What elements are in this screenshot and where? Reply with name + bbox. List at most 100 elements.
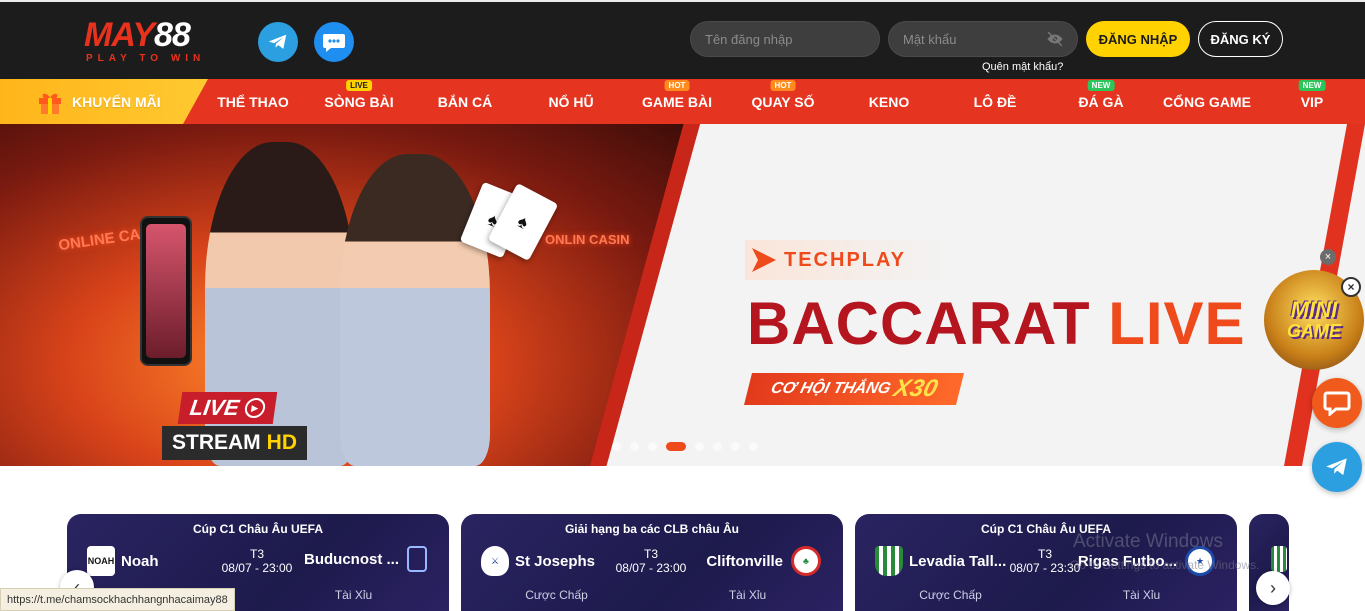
- neon-casino-sign-right: ONLIN CASIN: [545, 232, 630, 247]
- register-button[interactable]: ĐĂNG KÝ: [1198, 21, 1283, 57]
- home-team: Levadia Tall...: [875, 546, 1006, 576]
- live-text: LIVE: [188, 395, 241, 420]
- home-team: NOAH Noah: [87, 546, 159, 576]
- nav-item-casino[interactable]: LIVE SÒNG BÀI: [310, 79, 408, 124]
- carousel-dot[interactable]: [749, 442, 758, 451]
- top-header: MAY88 PLAY TO WIN Quên mật khẩu? ĐĂNG NH…: [0, 0, 1365, 79]
- home-team: ⚔ St Josephs: [481, 546, 595, 576]
- nav-label: GAME BÀI: [642, 93, 712, 110]
- team-crest: NOAH: [87, 546, 115, 576]
- nav-item-card-games[interactable]: HOT GAME BÀI: [630, 79, 724, 124]
- banner-headline: BACCARAT LIVE: [747, 292, 1246, 356]
- nav-item-lottery-draw[interactable]: HOT QUAY SỐ: [736, 79, 830, 124]
- windows-activation-title: Activate Windows: [1073, 531, 1223, 552]
- nav-item-cockfighting[interactable]: NEW ĐÁ GÀ: [1054, 79, 1148, 124]
- close-icon[interactable]: ×: [1320, 249, 1336, 265]
- bet-handicap[interactable]: Cược Chấp: [461, 588, 652, 602]
- page: MAY88 PLAY TO WIN Quên mật khẩu? ĐĂNG NH…: [0, 0, 1365, 611]
- bet-over-under[interactable]: Tài Xỉu: [258, 588, 449, 602]
- nav-item-slots[interactable]: NỔ HŨ: [524, 79, 618, 124]
- away-team: Buducnost ...: [304, 546, 427, 572]
- headline-part2: LIVE: [1108, 290, 1246, 357]
- chat-icon: [1323, 391, 1351, 416]
- team-crest: ♣: [791, 546, 821, 576]
- username-input[interactable]: [690, 21, 880, 57]
- forgot-password-link[interactable]: Quên mật khẩu?: [982, 61, 1063, 73]
- match-time: T3 08/07 - 23:00: [611, 547, 691, 575]
- match-time: T3 08/07 - 23:00: [217, 547, 297, 575]
- live-label: LIVE ▶: [177, 392, 278, 424]
- windows-activation-subtitle: Go to Settings to activate Windows.: [1070, 558, 1260, 572]
- new-badge: NEW: [1298, 80, 1326, 91]
- team-crest: [875, 546, 903, 576]
- league-name: Giải hạng ba các CLB châu Âu: [564, 522, 740, 536]
- main-nav: KHUYẾN MÃI THỂ THAO LIVE SÒNG BÀI BẮN CÁ…: [0, 79, 1365, 124]
- carousel-dot[interactable]: [612, 442, 621, 451]
- carousel-dot[interactable]: [695, 442, 704, 451]
- hot-badge: HOT: [664, 80, 690, 91]
- nav-item-sports[interactable]: THỂ THAO: [205, 79, 301, 124]
- nav-label: KENO: [868, 93, 910, 110]
- hero-banner[interactable]: ONLINE CASINO ONLIN CASIN ♠ ♠ LIVE ▶ STR…: [0, 124, 1365, 466]
- carousel-dot-active[interactable]: [666, 442, 686, 451]
- home-team-name: Noah: [121, 552, 159, 570]
- match-card[interactable]: Giải hạng ba các CLB châu Âu ⚔ St Joseph…: [461, 514, 843, 611]
- nav-item-lo-de[interactable]: LÔ ĐỀ: [948, 79, 1042, 124]
- nav-label: SÒNG BÀI: [324, 93, 394, 110]
- nav-item-fishing[interactable]: BẮN CÁ: [418, 79, 512, 124]
- close-minigame-icon[interactable]: ×: [1341, 277, 1361, 297]
- bet-over-under[interactable]: Tài Xỉu: [652, 588, 843, 602]
- phone-stand-image: [140, 216, 192, 366]
- match-round: T3: [643, 547, 658, 561]
- nav-label: LÔ ĐỀ: [973, 93, 1017, 110]
- gift-icon: [39, 93, 61, 114]
- league-name: Cúp C1 Châu Âu UEFA: [192, 522, 323, 536]
- telegram-icon: [1326, 458, 1347, 476]
- bet-over-under[interactable]: Tài Xỉu: [1046, 588, 1237, 602]
- carousel-dot[interactable]: [630, 442, 639, 451]
- status-bar-url: https://t.me/chamsockhachhangnhacaimay88: [0, 588, 235, 611]
- match-datetime: 08/07 - 23:00: [221, 561, 293, 575]
- carousel-dot[interactable]: [731, 442, 740, 451]
- team-crest: ⚔: [481, 546, 509, 576]
- telegram-float-button[interactable]: [1312, 442, 1362, 492]
- live-chat-button[interactable]: [1312, 378, 1362, 428]
- login-button[interactable]: ĐĂNG NHẬP: [1086, 21, 1190, 57]
- nav-item-keno[interactable]: KENO: [842, 79, 936, 124]
- nav-label: BẮN CÁ: [437, 93, 493, 110]
- messenger-button[interactable]: [314, 22, 354, 62]
- team-crest: [1271, 546, 1287, 572]
- win-chance-tag: CƠ HỘI THẮNG X30: [744, 373, 964, 405]
- home-team-name: Levadia Tall...: [909, 552, 1007, 570]
- nav-label: QUAY SỐ: [751, 93, 815, 110]
- chance-text: CƠ HỘI THẮNG: [769, 380, 893, 397]
- brand-logo[interactable]: MAY88 PLAY TO WIN: [84, 18, 229, 66]
- home-team-name: St Josephs: [515, 552, 596, 570]
- minigame-text: GAME: [1287, 321, 1341, 341]
- carousel-dot[interactable]: [648, 442, 657, 451]
- match-datetime: 08/07 - 23:00: [615, 561, 687, 575]
- multiplier-text: X30: [890, 375, 941, 402]
- host-model-right: [340, 154, 490, 466]
- nav-label: ĐÁ GÀ: [1078, 93, 1124, 110]
- minigame-text: MINI: [1290, 297, 1338, 322]
- techplay-icon: [752, 248, 776, 272]
- logo-tagline: PLAY TO WIN: [86, 53, 206, 64]
- logo-wordmark: MAY88: [84, 16, 191, 54]
- nav-label: THỂ THAO: [217, 93, 289, 110]
- nav-label: CỔNG GAME: [1163, 93, 1251, 110]
- telegram-button[interactable]: [258, 22, 298, 62]
- carousel-dot[interactable]: [713, 442, 722, 451]
- nav-item-vip[interactable]: NEW VIP: [1272, 79, 1352, 124]
- nav-item-game-portal[interactable]: CỔNG GAME: [1152, 79, 1262, 124]
- nav-promotions[interactable]: KHUYẾN MÃI: [0, 79, 208, 124]
- headline-part1: BACCARAT: [747, 290, 1091, 357]
- eye-off-icon[interactable]: [1046, 31, 1064, 47]
- scroll-right-arrow[interactable]: ›: [1256, 571, 1290, 605]
- match-round: T3: [249, 547, 264, 561]
- stream-text: STREAM: [172, 431, 261, 454]
- bet-handicap[interactable]: Cược Chấp: [855, 588, 1046, 602]
- hd-text: HD: [266, 431, 298, 454]
- nav-label: VIP: [1300, 93, 1324, 110]
- stream-hd-label: STREAM HD: [162, 426, 308, 460]
